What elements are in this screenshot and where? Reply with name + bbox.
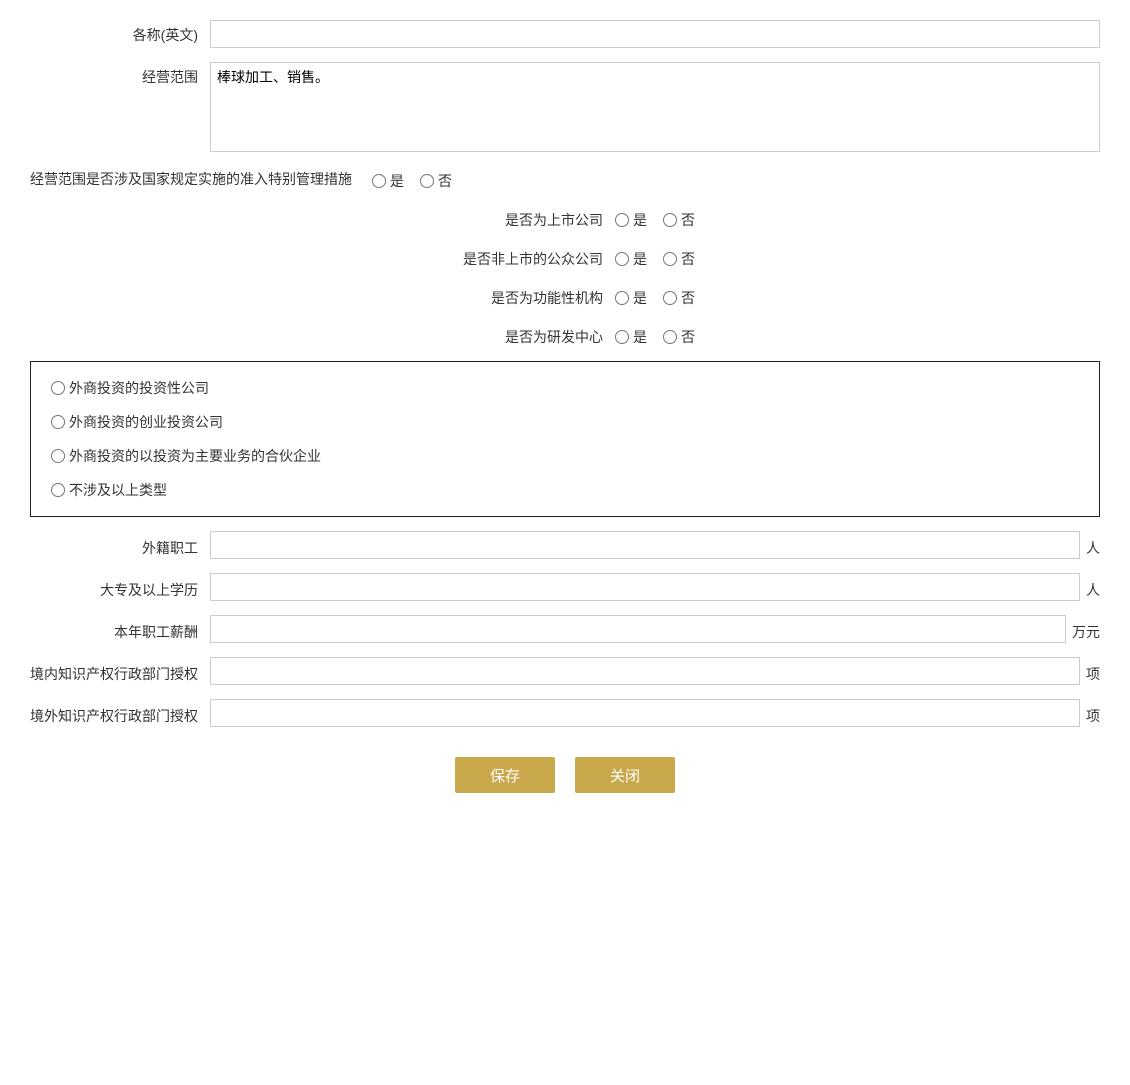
foreign-ip-label: 境外知识产权行政部门授权 (30, 701, 210, 726)
rd-center-row: 是否为研发中心 是 否 (30, 322, 1100, 347)
special-mgmt-yes[interactable]: 是 (372, 171, 404, 191)
foreign-ip-input-group: 项 (210, 699, 1100, 727)
investment-type-3[interactable]: 外商投资的以投资为主要业务的合伙企业 (51, 446, 1079, 466)
foreign-ip-row: 境外知识产权行政部门授权 项 (30, 699, 1100, 727)
close-button[interactable]: 关闭 (575, 757, 675, 793)
special-mgmt-no-radio[interactable] (420, 174, 434, 188)
college-edu-unit: 人 (1080, 575, 1100, 600)
listed-yes-label: 是 (633, 210, 647, 230)
business-scope-textarea[interactable]: 棒球加工、销售。 (210, 62, 1100, 152)
special-mgmt-no-label: 否 (438, 171, 452, 191)
non-listed-yes-label: 是 (633, 249, 647, 269)
functional-yes-radio[interactable] (615, 291, 629, 305)
investment-type-box: 外商投资的投资性公司 外商投资的创业投资公司 外商投资的以投资为主要业务的合伙企… (30, 361, 1100, 517)
listed-no[interactable]: 否 (663, 210, 695, 230)
business-scope-row: 经营范围 棒球加工、销售。 (30, 62, 1100, 152)
foreign-ip-unit: 项 (1080, 701, 1100, 726)
functional-no[interactable]: 否 (663, 288, 695, 308)
name-en-row: 各称(英文) (30, 20, 1100, 48)
rd-yes[interactable]: 是 (615, 327, 647, 347)
functional-org-label: 是否为功能性机构 (435, 283, 615, 308)
investment-type-2-label: 外商投资的创业投资公司 (69, 412, 223, 432)
listed-company-row: 是否为上市公司 是 否 (30, 205, 1100, 230)
special-mgmt-no[interactable]: 否 (420, 171, 452, 191)
non-listed-no-label: 否 (681, 249, 695, 269)
name-en-input[interactable] (210, 20, 1100, 48)
domestic-ip-row: 境内知识产权行政部门授权 项 (30, 657, 1100, 685)
non-listed-no[interactable]: 否 (663, 249, 695, 269)
non-listed-no-radio[interactable] (663, 252, 677, 266)
listed-no-radio[interactable] (663, 213, 677, 227)
non-listed-public-row: 是否非上市的公众公司 是 否 (30, 244, 1100, 269)
investment-type-3-label: 外商投资的以投资为主要业务的合伙企业 (69, 446, 321, 466)
listed-no-label: 否 (681, 210, 695, 230)
investment-type-1[interactable]: 外商投资的投资性公司 (51, 378, 1079, 398)
college-edu-label: 大专及以上学历 (30, 575, 210, 600)
foreign-staff-input[interactable] (210, 531, 1080, 559)
college-edu-input-group: 人 (210, 573, 1100, 601)
annual-salary-label: 本年职工薪酬 (30, 617, 210, 642)
domestic-ip-input-group: 项 (210, 657, 1100, 685)
special-mgmt-row: 经营范围是否涉及国家规定实施的准入特别管理措施 是 否 (30, 166, 1100, 191)
investment-type-4[interactable]: 不涉及以上类型 (51, 480, 1079, 500)
rd-no[interactable]: 否 (663, 327, 695, 347)
save-button[interactable]: 保存 (455, 757, 555, 793)
functional-no-label: 否 (681, 288, 695, 308)
foreign-staff-label: 外籍职工 (30, 533, 210, 558)
button-row: 保存 关闭 (30, 757, 1100, 793)
college-edu-input[interactable] (210, 573, 1080, 601)
foreign-staff-input-group: 人 (210, 531, 1100, 559)
annual-salary-input-group: 万元 (210, 615, 1100, 643)
listed-company-radio-group: 是 否 (615, 205, 695, 230)
investment-type-3-radio[interactable] (51, 449, 65, 463)
annual-salary-input[interactable] (210, 615, 1066, 643)
listed-company-label: 是否为上市公司 (435, 205, 615, 230)
non-listed-yes-radio[interactable] (615, 252, 629, 266)
functional-org-row: 是否为功能性机构 是 否 (30, 283, 1100, 308)
special-mgmt-yes-radio[interactable] (372, 174, 386, 188)
foreign-staff-unit: 人 (1080, 533, 1100, 558)
rd-center-radio-group: 是 否 (615, 322, 695, 347)
rd-yes-label: 是 (633, 327, 647, 347)
investment-type-2-radio[interactable] (51, 415, 65, 429)
rd-no-label: 否 (681, 327, 695, 347)
special-mgmt-radio-group: 是 否 (372, 166, 452, 191)
special-mgmt-yes-label: 是 (390, 171, 404, 191)
listed-yes-radio[interactable] (615, 213, 629, 227)
foreign-staff-row: 外籍职工 人 (30, 531, 1100, 559)
functional-no-radio[interactable] (663, 291, 677, 305)
rd-yes-radio[interactable] (615, 330, 629, 344)
investment-type-2[interactable]: 外商投资的创业投资公司 (51, 412, 1079, 432)
special-mgmt-label: 经营范围是否涉及国家规定实施的准入特别管理措施 (30, 169, 352, 189)
annual-salary-unit: 万元 (1066, 617, 1100, 642)
functional-yes[interactable]: 是 (615, 288, 647, 308)
name-en-label: 各称(英文) (30, 20, 210, 45)
non-listed-public-label: 是否非上市的公众公司 (435, 244, 615, 269)
investment-type-1-label: 外商投资的投资性公司 (69, 378, 209, 398)
annual-salary-row: 本年职工薪酬 万元 (30, 615, 1100, 643)
non-listed-public-radio-group: 是 否 (615, 244, 695, 269)
functional-yes-label: 是 (633, 288, 647, 308)
college-edu-row: 大专及以上学历 人 (30, 573, 1100, 601)
domestic-ip-label: 境内知识产权行政部门授权 (30, 659, 210, 684)
listed-yes[interactable]: 是 (615, 210, 647, 230)
business-scope-label: 经营范围 (30, 62, 210, 87)
non-listed-yes[interactable]: 是 (615, 249, 647, 269)
functional-org-radio-group: 是 否 (615, 283, 695, 308)
investment-type-4-radio[interactable] (51, 483, 65, 497)
domestic-ip-unit: 项 (1080, 659, 1100, 684)
foreign-ip-input[interactable] (210, 699, 1080, 727)
rd-center-label: 是否为研发中心 (435, 322, 615, 347)
rd-no-radio[interactable] (663, 330, 677, 344)
domestic-ip-input[interactable] (210, 657, 1080, 685)
investment-type-4-label: 不涉及以上类型 (69, 480, 167, 500)
investment-type-1-radio[interactable] (51, 381, 65, 395)
